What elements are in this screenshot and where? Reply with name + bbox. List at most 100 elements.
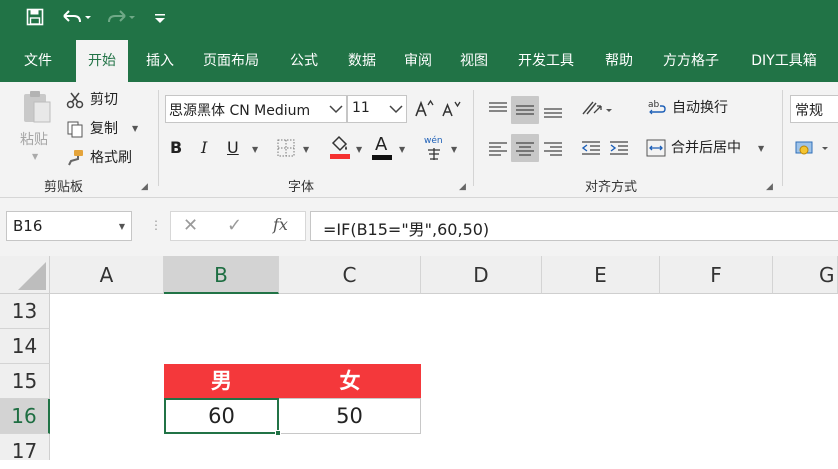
customize-icon[interactable] — [150, 8, 170, 32]
cell-b15[interactable]: 男 — [164, 364, 279, 398]
name-box[interactable]: B16 ▼ — [6, 211, 132, 241]
ribbon-tabs: 文件 开始 插入 页面布局 公式 数据 审阅 视图 开发工具 帮助 方方格子 D… — [0, 40, 838, 82]
fill-handle[interactable] — [275, 430, 281, 436]
save-icon[interactable] — [22, 8, 48, 33]
tab-home[interactable]: 开始 — [76, 40, 128, 82]
select-all-corner[interactable] — [0, 256, 50, 294]
tab-data[interactable]: 数据 — [338, 40, 386, 82]
borders-icon — [277, 139, 295, 157]
row-header-16[interactable]: 16 — [0, 399, 50, 434]
undo-icon[interactable] — [58, 8, 94, 33]
worksheet-grid[interactable]: A B C D E F G 13 14 15 16 17 男 女 60 50 — [0, 256, 838, 463]
number-format-value: 常规 — [795, 103, 823, 119]
bold-button[interactable]: B — [170, 138, 190, 160]
cell-c16[interactable]: 50 — [279, 398, 421, 434]
currency-icon — [795, 141, 828, 155]
tab-view[interactable]: 视图 — [450, 40, 498, 82]
column-header-d[interactable]: D — [421, 256, 542, 294]
font-launcher-icon[interactable]: ◢ — [459, 182, 466, 192]
orientation-button[interactable] — [580, 97, 614, 123]
fill-color-button[interactable] — [328, 135, 352, 161]
tab-help[interactable]: 帮助 — [596, 40, 642, 82]
merge-center-label: 合并后居中 — [671, 140, 741, 156]
top-align-button[interactable] — [484, 96, 512, 124]
divider — [473, 90, 474, 186]
align-right-button[interactable] — [539, 134, 567, 162]
divider — [158, 90, 159, 186]
row-header-14[interactable]: 14 — [0, 329, 50, 364]
align-left-button[interactable] — [484, 134, 512, 162]
cell-b16-active[interactable]: 60 — [164, 398, 279, 434]
increase-indent-button[interactable] — [606, 134, 632, 162]
decrease-indent-button[interactable] — [578, 134, 604, 162]
phonetic-label: wén — [424, 136, 443, 146]
column-header-g[interactable]: G — [773, 256, 838, 294]
name-box-value: B16 — [13, 217, 43, 235]
tab-review[interactable]: 审阅 — [394, 40, 442, 82]
svg-text:ab: ab — [648, 100, 660, 110]
column-header-b[interactable]: B — [164, 256, 279, 294]
decrease-font-size-button[interactable] — [441, 98, 461, 122]
accounting-format-button[interactable] — [794, 138, 834, 160]
font-color-dropdown-icon[interactable]: ▼ — [399, 145, 405, 154]
select-all-icon — [18, 262, 46, 290]
title-bar — [0, 0, 838, 40]
borders-dropdown-icon[interactable]: ▼ — [303, 145, 309, 154]
clipboard-launcher-icon[interactable]: ◢ — [141, 182, 148, 192]
column-header-e[interactable]: E — [542, 256, 660, 294]
alignment-launcher-icon[interactable]: ◢ — [766, 182, 773, 192]
column-header-c[interactable]: C — [279, 256, 421, 294]
copy-dropdown-icon: ▼ — [132, 124, 139, 133]
align-bottom-icon — [544, 108, 562, 118]
row-header-17[interactable]: 17 — [0, 434, 50, 463]
insert-function-button[interactable]: fx — [273, 215, 288, 234]
font-name-select[interactable]: 思源黑体 CN Medium — [165, 95, 347, 123]
alignment-group-label: 对齐方式 — [585, 180, 638, 195]
column-header-a[interactable]: A — [50, 256, 164, 294]
bottom-align-button[interactable] — [539, 96, 567, 124]
confirm-edit-button[interactable]: ✓ — [227, 215, 242, 236]
tab-formulas[interactable]: 公式 — [280, 40, 328, 82]
tab-page-layout[interactable]: 页面布局 — [196, 40, 266, 82]
font-color-button[interactable]: A — [372, 134, 394, 162]
formula-input[interactable]: =IF(B15="男",60,50) — [310, 211, 838, 241]
paste-button[interactable]: 粘贴 ▼ — [18, 90, 56, 161]
phonetic-dropdown-icon[interactable]: ▼ — [451, 145, 457, 154]
cancel-edit-button[interactable]: ✕ — [183, 215, 198, 236]
row-header-13[interactable]: 13 — [0, 294, 50, 329]
increase-indent-icon — [610, 141, 628, 155]
paint-bucket-icon — [330, 135, 350, 159]
align-top-icon — [489, 102, 507, 112]
phonetic-char-icon — [428, 148, 440, 160]
underline-dropdown-icon[interactable]: ▼ — [252, 145, 258, 154]
formula-buttons: ✕ ✓ fx — [170, 211, 306, 241]
tab-file[interactable]: 文件 — [12, 40, 64, 82]
increase-font-size-button[interactable] — [414, 98, 434, 122]
format-painter-label: 格式刷 — [90, 150, 132, 166]
italic-button[interactable]: I — [201, 138, 219, 160]
paste-icon — [24, 91, 51, 123]
tab-fangfang[interactable]: 方方格子 — [654, 40, 728, 82]
font-name-value: 思源黑体 CN Medium — [169, 103, 311, 119]
phonetic-button[interactable]: wén — [424, 136, 444, 162]
tab-diy-toolbox[interactable]: DIY工具箱 — [742, 40, 826, 82]
font-size-select[interactable]: 11 — [347, 95, 407, 123]
tab-developer[interactable]: 开发工具 — [510, 40, 582, 82]
middle-align-button[interactable] — [511, 96, 539, 124]
formula-bar-drag-handle[interactable]: ⋮ — [150, 218, 162, 232]
column-header-f[interactable]: F — [660, 256, 773, 294]
underline-button[interactable]: U — [227, 138, 245, 160]
fill-color-dropdown-icon[interactable]: ▼ — [356, 145, 362, 154]
redo-icon[interactable] — [104, 8, 138, 33]
tab-insert[interactable]: 插入 — [136, 40, 184, 82]
align-middle-icon — [516, 105, 534, 115]
paste-label: 粘贴 — [20, 132, 48, 148]
cut-label: 剪切 — [90, 92, 118, 108]
number-format-select[interactable]: 常规 — [790, 95, 838, 123]
formula-bar: B16 ▼ ⋮ ✕ ✓ fx =IF(B15="男",60,50) — [0, 198, 838, 256]
cell-c15[interactable]: 女 — [279, 364, 421, 398]
align-center-button[interactable] — [511, 134, 539, 162]
paste-dropdown-icon: ▼ — [32, 152, 39, 161]
borders-button[interactable] — [276, 138, 298, 160]
row-header-15[interactable]: 15 — [0, 364, 50, 399]
